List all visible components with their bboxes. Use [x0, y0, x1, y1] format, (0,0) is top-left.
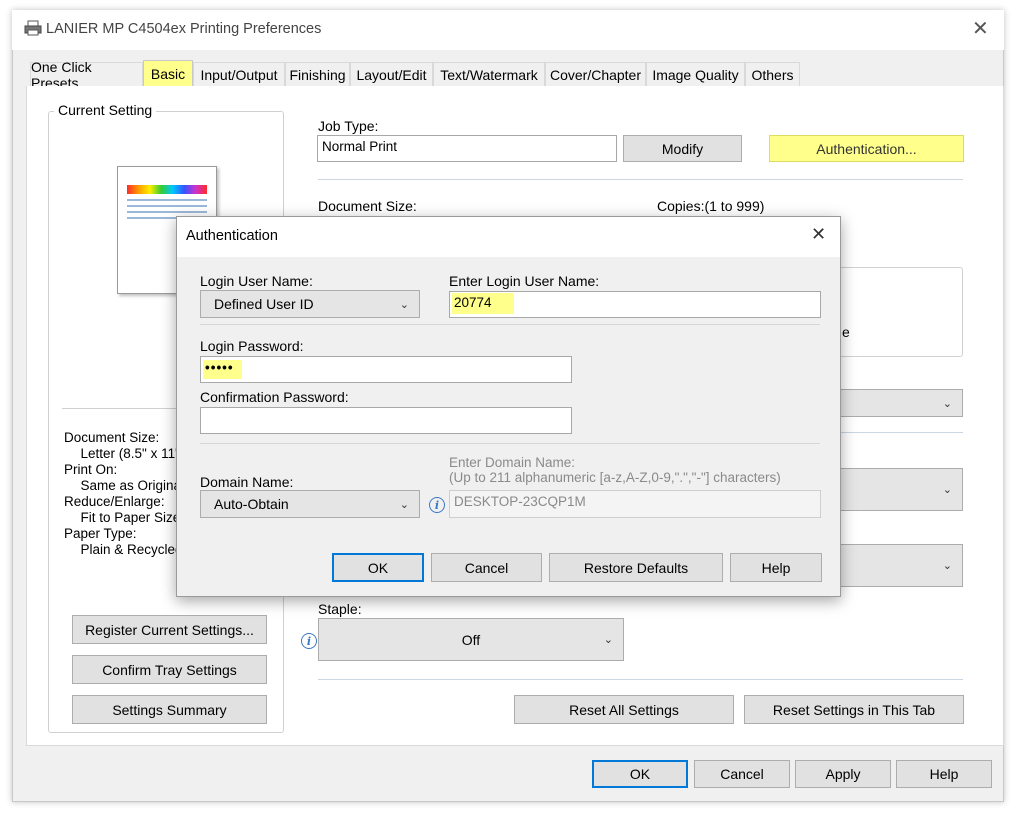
cancel-button[interactable]: Cancel [694, 760, 790, 788]
confirm-tray-settings-button[interactable]: Confirm Tray Settings [72, 655, 267, 684]
tab-one-click-presets[interactable]: One Click Presets [30, 59, 143, 91]
summary-print-on-label: Print On: [64, 462, 118, 477]
background-select-1[interactable]: ⌄ [835, 389, 963, 417]
tab-cover-chapter[interactable]: Cover/Chapter [545, 62, 646, 86]
domain-name-label: Domain Name: [200, 474, 294, 490]
login-user-name-label: Login User Name: [200, 273, 313, 289]
chevron-down-icon: ⌄ [399, 298, 409, 311]
dialog-close-icon[interactable]: ✕ [811, 224, 826, 245]
login-user-name-value: Defined User ID [214, 296, 314, 312]
chevron-down-icon: ⌄ [942, 484, 952, 496]
job-type-label: Job Type: [318, 118, 379, 134]
window-title: LANIER MP C4504ex Printing Preferences [46, 21, 322, 37]
separator [318, 679, 963, 680]
ok-button[interactable]: OK [592, 760, 688, 788]
info-icon[interactable]: i [301, 633, 317, 649]
staple-label: Staple: [318, 601, 362, 617]
domain-name-select-value: Auto-Obtain [214, 496, 289, 512]
close-icon[interactable]: ✕ [972, 16, 989, 41]
job-type-field[interactable]: Normal Print [317, 135, 617, 162]
document-size-label: Document Size: [318, 198, 417, 214]
dialog-help-button[interactable]: Help [730, 553, 822, 582]
chevron-down-icon: ⌄ [942, 560, 952, 572]
dialog-ok-button[interactable]: OK [332, 553, 424, 582]
summary-print-on-value: Same as Original [73, 478, 185, 493]
tab-layout-edit[interactable]: Layout/Edit [350, 62, 433, 86]
confirmation-password-label: Confirmation Password: [200, 389, 349, 405]
tab-others[interactable]: Others [745, 62, 800, 86]
summary-reduce-enlarge-label: Reduce/Enlarge: [64, 494, 165, 509]
separator [200, 443, 820, 444]
background-select-2[interactable]: ⌄ [835, 468, 963, 511]
login-user-name-input-value: 20774 [452, 293, 514, 314]
tab-text-watermark[interactable]: Text/Watermark [433, 62, 545, 86]
dialog-title: Authentication [186, 228, 278, 244]
tab-image-quality[interactable]: Image Quality [646, 62, 745, 86]
confirmation-password-input[interactable] [200, 407, 572, 434]
login-password-input[interactable]: ••••• [200, 356, 572, 383]
summary-reduce-enlarge-value: Fit to Paper Size [73, 510, 181, 525]
partial-label: e [842, 324, 850, 340]
tab-basic[interactable]: Basic [143, 60, 193, 87]
restore-defaults-button[interactable]: Restore Defaults [549, 553, 723, 582]
current-setting-label: Current Setting [54, 102, 157, 118]
dialog-cancel-button[interactable]: Cancel [431, 553, 542, 582]
tab-input-output[interactable]: Input/Output [193, 62, 285, 86]
login-password-value: ••••• [203, 360, 242, 379]
copies-label: Copies:(1 to 999) [657, 198, 765, 214]
domain-name-input[interactable]: DESKTOP-23CQP1M [449, 490, 821, 518]
chevron-down-icon: ⌄ [942, 397, 952, 410]
info-icon[interactable]: i [429, 497, 445, 513]
settings-summary-button[interactable]: Settings Summary [72, 695, 267, 724]
summary-document-size-label: Document Size: [64, 430, 160, 445]
help-button[interactable]: Help [896, 760, 992, 788]
modify-button[interactable]: Modify [623, 135, 742, 162]
separator [835, 432, 963, 433]
enter-login-user-name-label: Enter Login User Name: [449, 273, 600, 289]
register-current-settings-button[interactable]: Register Current Settings... [72, 615, 267, 644]
summary-paper-type-value: Plain & Recycled [73, 542, 183, 557]
login-password-label: Login Password: [200, 338, 304, 354]
login-user-name-select[interactable]: Defined User ID ⌄ [200, 290, 420, 318]
apply-button[interactable]: Apply [795, 760, 891, 788]
separator [318, 179, 963, 180]
chevron-down-icon: ⌄ [399, 498, 409, 511]
summary-paper-type-label: Paper Type: [64, 526, 137, 541]
login-user-name-input[interactable]: 20774 [449, 291, 821, 318]
staple-value: Off [461, 631, 481, 648]
separator [200, 324, 820, 325]
background-select-3[interactable]: ⌄ [835, 544, 963, 587]
domain-name-select[interactable]: Auto-Obtain ⌄ [200, 490, 420, 518]
summary-document-size-value: Letter (8.5" x 11" [73, 446, 180, 461]
domain-name-hint: (Up to 211 alphanumeric [a-z,A-Z,0-9,"."… [449, 470, 781, 485]
reset-all-settings-button[interactable]: Reset All Settings [514, 695, 734, 724]
orientation-group [830, 267, 963, 357]
printer-icon [24, 20, 42, 36]
staple-select[interactable]: Off ⌄ [318, 618, 624, 661]
tab-finishing[interactable]: Finishing [285, 62, 350, 86]
authentication-button[interactable]: Authentication... [769, 135, 964, 162]
chevron-down-icon: ⌄ [603, 634, 613, 646]
reset-settings-tab-button[interactable]: Reset Settings in This Tab [744, 695, 964, 724]
enter-domain-name-label: Enter Domain Name: [449, 455, 576, 470]
